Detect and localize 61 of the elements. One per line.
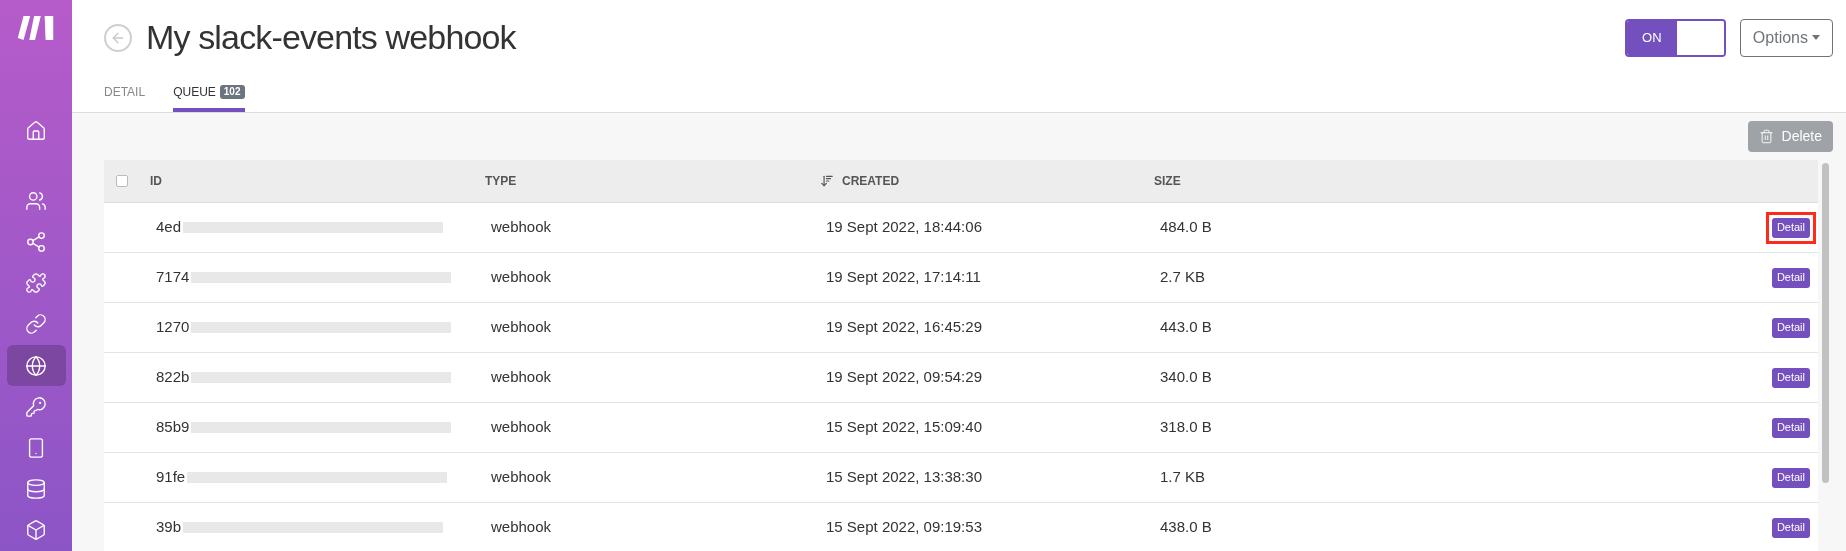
sort-icon[interactable]: [820, 174, 834, 188]
table-cell-text: 318.0 B: [1160, 417, 1213, 438]
table-cell-text: 19 Sept 2022, 18:44:06: [826, 217, 983, 238]
table-cell-text: webhook: [491, 467, 553, 488]
table-cell-text: 438.0 B: [1160, 517, 1213, 538]
caret-icon: [1812, 35, 1820, 41]
box-icon: [25, 519, 47, 542]
detail-button[interactable]: Detail: [1771, 467, 1810, 488]
database-icon: [25, 478, 47, 501]
trash-icon: [1758, 129, 1774, 144]
scrollbar[interactable]: [1822, 163, 1829, 483]
tab[interactable]: DETAIL: [104, 75, 146, 112]
column-header[interactable]: ID: [150, 172, 485, 190]
table-cell-text: 91fe: [156, 467, 186, 488]
page-title: My slack-events webhook: [146, 17, 516, 59]
options-button[interactable]: Options: [1739, 18, 1833, 57]
table-cell-text: 2.7 KB: [1160, 267, 1207, 288]
table-cell-text: 15 Sept 2022, 09:19:53: [826, 517, 983, 538]
column-header[interactable]: TYPE: [485, 172, 820, 190]
select-all-checkbox[interactable]: [116, 175, 128, 187]
table-cell-text: 822b: [156, 367, 190, 388]
column-header[interactable]: SIZE: [1154, 172, 1181, 190]
sidebar-item[interactable]: [6, 344, 66, 387]
table-cell-text: 19 Sept 2022, 16:45:29: [826, 317, 983, 338]
link-icon: [25, 313, 47, 336]
table-cell-text: 15 Sept 2022, 15:09:40: [826, 417, 983, 438]
table-cell-text: webhook: [491, 267, 553, 288]
detail-button[interactable]: Detail: [1771, 367, 1810, 388]
table-cell-text: 19 Sept 2022, 17:14:11: [826, 267, 982, 288]
globe-icon: [25, 354, 47, 377]
table-cell-text: webhook: [491, 517, 553, 538]
logo-icon: [17, 14, 55, 41]
table-cell-text: 484.0 B: [1160, 217, 1213, 238]
count-badge: 102: [219, 84, 245, 99]
column-header[interactable]: CREATED: [842, 172, 900, 190]
table-cell-text: 19 Sept 2022, 09:54:29: [826, 367, 983, 388]
users-icon: [25, 189, 47, 212]
puzzle-icon: [25, 272, 47, 295]
table-cell-text: 85b9: [156, 417, 190, 438]
table-cell-text: 4ed: [156, 217, 182, 238]
home-icon: [25, 120, 47, 143]
table-cell-text: 39b: [156, 517, 182, 538]
table-cell-text: 1.7 KB: [1160, 467, 1207, 488]
table-cell-text: 443.0 B: [1160, 317, 1213, 338]
table-cell-text: webhook: [491, 417, 553, 438]
on-off-toggle[interactable]: ON: [1624, 18, 1726, 57]
detail-button[interactable]: Detail: [1771, 267, 1810, 288]
table-cell-text: webhook: [491, 367, 553, 388]
detail-button[interactable]: Detail: [1771, 217, 1810, 238]
detail-button[interactable]: Detail: [1771, 517, 1810, 538]
share-icon: [25, 230, 47, 253]
table-cell-text: 340.0 B: [1160, 367, 1213, 388]
detail-button[interactable]: Detail: [1771, 417, 1810, 438]
table-cell-text: webhook: [491, 217, 553, 238]
tab[interactable]: QUEUE 102: [173, 75, 245, 112]
table-cell-text: 1270: [156, 317, 190, 338]
detail-button[interactable]: Detail: [1771, 317, 1810, 338]
table-cell-text: 7174: [156, 267, 190, 288]
key-icon: [25, 395, 47, 418]
table-cell-text: 15 Sept 2022, 13:38:30: [826, 467, 983, 488]
table-cell-text: webhook: [491, 317, 553, 338]
